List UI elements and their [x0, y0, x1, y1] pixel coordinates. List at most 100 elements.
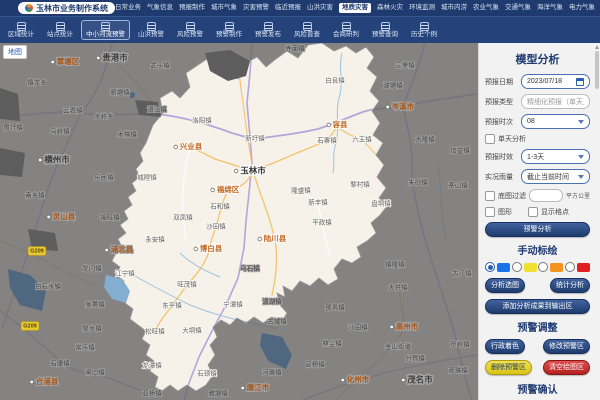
basemap-filter-label: 底图过滤	[498, 191, 526, 201]
forecast-validity-select[interactable]: 1-3天	[521, 149, 590, 164]
map-place-label: 清湖镇	[262, 297, 282, 306]
road-badge-label: G209	[30, 248, 43, 254]
topnav-item[interactable]: 森林火灾	[377, 5, 403, 12]
tab-label: 中小河流预警	[86, 32, 125, 39]
place-marker	[47, 215, 51, 219]
module-tab[interactable]: 预警制作	[211, 20, 247, 41]
module-tab[interactable]: 预警发布	[250, 20, 286, 41]
module-tab[interactable]: 历史个例	[406, 20, 442, 41]
place-marker	[174, 145, 178, 149]
show-grid-checkbox[interactable]	[528, 207, 538, 217]
topnav-item[interactable]: 预报制作	[179, 5, 205, 12]
topnav-item[interactable]: 日常业务	[115, 5, 141, 12]
topnav-item[interactable]: 海洋气象	[537, 5, 563, 12]
graphic-checkbox[interactable]	[485, 207, 495, 217]
warning-adjust-header: 预警调整	[485, 319, 590, 334]
draw-color-radio[interactable]	[512, 262, 537, 272]
tab-label: 历史个例	[411, 32, 437, 39]
place-marker	[401, 378, 405, 382]
radio-icon[interactable]	[538, 262, 548, 272]
modify-area-button[interactable]: 修改预警区	[543, 339, 590, 354]
topnav-item[interactable]: 灾害预警	[243, 5, 269, 12]
panel-scrollbar[interactable]	[595, 45, 599, 397]
calendar-icon[interactable]	[576, 78, 584, 86]
forecast-date-input[interactable]: 2023/07/18	[521, 74, 590, 89]
topnav-item[interactable]: 城市气象	[211, 5, 237, 12]
warning-analysis-button[interactable]: 预警分析	[485, 222, 590, 237]
place-marker	[234, 169, 238, 173]
analysis-map-button[interactable]: 分析选图	[485, 278, 525, 293]
module-tab[interactable]: 区域统计	[3, 20, 39, 41]
document-icon	[225, 22, 234, 31]
color-swatch	[577, 263, 590, 272]
scrollbar-thumb[interactable]	[595, 51, 599, 89]
module-tab[interactable]: 风险普查	[289, 20, 325, 41]
topnav-item[interactable]: 气象信息	[147, 5, 173, 12]
module-tab[interactable]: 站点统计	[42, 20, 78, 41]
map-place-label: 白石水镇	[35, 282, 62, 291]
module-tab[interactable]: 会商研判	[328, 20, 364, 41]
main-area: 地图	[0, 43, 600, 400]
map-place-label: 龙潭镇	[142, 361, 162, 370]
tab-label: 会商研判	[333, 32, 359, 39]
topnav-item[interactable]: 城市内涝	[441, 5, 467, 12]
map-canvas[interactable]: G209G209 玉林市贵港市横州市茂名市兴业县容县福绵区陆川县博白县覃塘区灵山…	[0, 43, 478, 400]
clear-area-button[interactable]: 清空绘图区	[543, 360, 590, 375]
map-place-label: 寺面镇	[285, 44, 305, 53]
map-place-label: 陆川县	[264, 233, 287, 243]
map-place-label: 林尘镇	[322, 339, 342, 348]
map-place-label: 大隆镇	[415, 135, 435, 144]
place-marker	[386, 105, 390, 109]
map-place-label: 横州市	[43, 154, 70, 164]
radio-icon[interactable]	[485, 262, 495, 272]
map-place-label: 泉水镇	[82, 324, 102, 333]
topnav-item[interactable]: 环境监测	[409, 5, 435, 12]
map-container[interactable]: 地图	[0, 43, 478, 400]
delete-area-button[interactable]: 删除预警区	[485, 360, 532, 375]
map-place-label: 新圩镇	[245, 134, 265, 143]
topnav-item[interactable]: 临近预报	[275, 5, 301, 12]
map-place-label: 波塘镇	[383, 81, 403, 90]
map-place-label: 福绵区	[216, 184, 240, 194]
topnav-item[interactable]: 地质灾害	[339, 3, 371, 14]
forecast-date-label: 预报日期	[485, 77, 518, 87]
map-place-label: 乌石镇	[240, 264, 260, 273]
module-tab[interactable]: 山洪预警	[133, 20, 169, 41]
radio-icon[interactable]	[565, 262, 575, 272]
topnav-item[interactable]: 电力气象	[569, 5, 595, 12]
map-place-label: 官桥镇	[305, 360, 325, 369]
rainfall-select[interactable]: 截止当前时间	[521, 169, 590, 184]
stat-analysis-button[interactable]: 统计分析	[550, 278, 590, 293]
map-layer-button[interactable]: 地图	[3, 45, 27, 59]
map-place-label: 隆盛镇	[291, 186, 311, 195]
admin-color-button[interactable]: 行政着色	[485, 339, 525, 354]
document-icon	[17, 22, 26, 31]
add-result-button[interactable]: 添加分析成果到输出区	[485, 299, 590, 314]
module-tabbar: 区域统计站点统计中小河流预警 山洪预警风险预警预警制作预警发布风险普查会商研判 预警…	[0, 16, 600, 43]
map-place-label: 高州市	[396, 321, 419, 331]
module-tab[interactable]: 中小河流预警	[81, 20, 130, 41]
map-place-label: 石和镇	[210, 202, 230, 211]
basemap-filter-checkbox[interactable]	[485, 191, 495, 201]
app-title: 玉林市业务制作系统	[36, 3, 108, 14]
map-place-label: 古城镇	[267, 317, 287, 326]
topnav-item[interactable]: 山洪灾害	[307, 5, 333, 12]
module-tab[interactable]: 风险预警	[172, 20, 208, 41]
map-place-label: 浦北县	[111, 244, 134, 254]
topnav-item[interactable]: 农业气象	[473, 5, 499, 12]
single-day-checkbox[interactable]	[485, 134, 495, 144]
forecast-time-select[interactable]: 08	[521, 114, 590, 129]
draw-color-radio[interactable]	[538, 262, 563, 272]
model-analysis-panel: 模型分析 预报日期 2023/07/18 预报类型 精细化预报（单天） 预报时次…	[478, 43, 600, 400]
draw-color-radio[interactable]	[565, 262, 590, 272]
forecast-time-label: 预报时次	[485, 117, 518, 127]
manual-plot-header: 手动标绘	[485, 242, 590, 257]
draw-color-radio[interactable]	[485, 262, 510, 272]
topnav-item[interactable]: 交通气象	[505, 5, 531, 12]
radio-icon[interactable]	[512, 262, 522, 272]
area-threshold-input[interactable]	[529, 189, 563, 202]
app-window: 玉林市业务制作系统 日常业务气象信息预报制作城市气象灾害预警临近预报山洪灾害地质…	[0, 0, 600, 400]
module-tab[interactable]: 预警查询	[367, 20, 403, 41]
map-place-label: 南乡镇	[25, 191, 45, 200]
scroll-up-icon[interactable]	[595, 45, 599, 49]
